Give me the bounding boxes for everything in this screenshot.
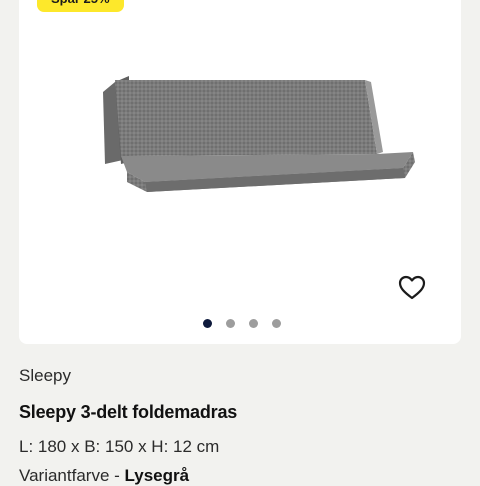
variant-value: Lysegrå	[124, 466, 190, 485]
product-gallery-card[interactable]	[19, 0, 461, 344]
carousel-dots	[203, 319, 281, 328]
variant-label: Variantfarve -	[19, 466, 125, 485]
carousel-dot[interactable]	[272, 319, 281, 328]
carousel-dot[interactable]	[226, 319, 235, 328]
discount-badge: Spar 25%	[37, 0, 124, 12]
product-dimensions: L: 180 x B: 150 x H: 12 cm	[19, 437, 220, 456]
product-brand[interactable]: Sleepy	[19, 366, 71, 386]
heart-outline-icon[interactable]	[398, 275, 426, 301]
product-title: Sleepy 3-delt foldemadras	[19, 402, 238, 422]
product-image[interactable]	[93, 72, 423, 202]
variant-color: Variantfarve - Lysegrå	[19, 466, 189, 486]
carousel-dot[interactable]	[249, 319, 258, 328]
carousel-dot[interactable]	[203, 319, 212, 328]
